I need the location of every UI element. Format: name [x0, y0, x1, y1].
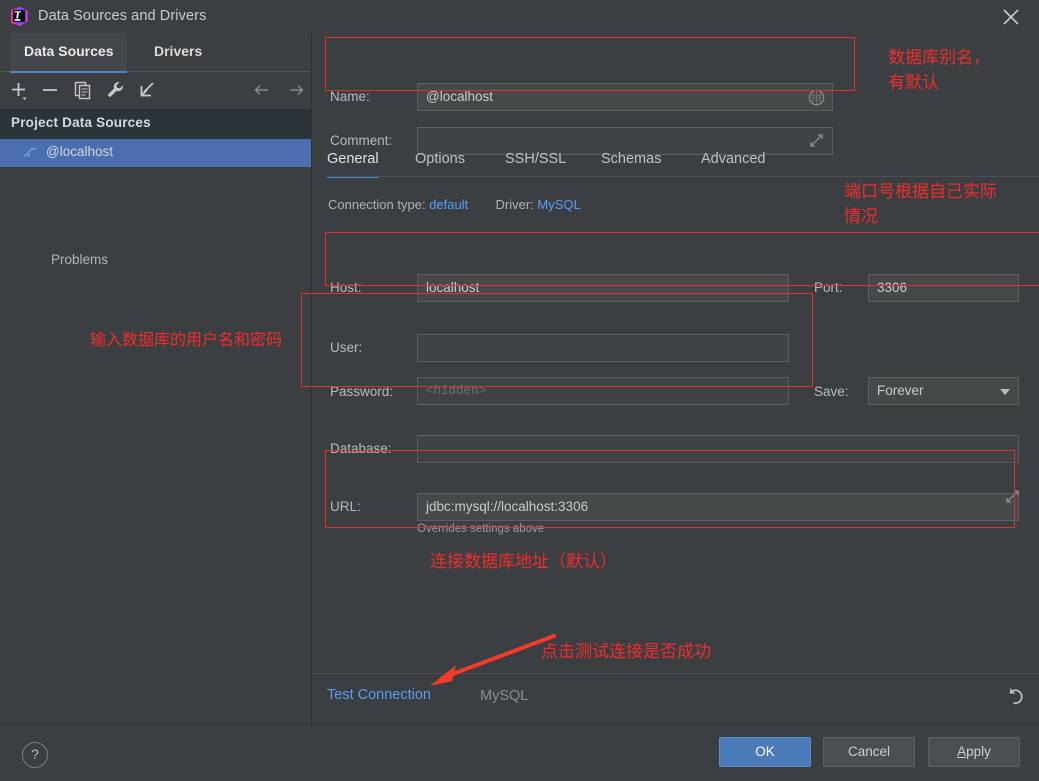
window-title: Data Sources and Drivers [38, 8, 207, 24]
ok-button-label: OK [755, 744, 775, 759]
data-sources-toolbar [0, 71, 311, 109]
close-icon[interactable] [999, 6, 1023, 28]
tab-advanced[interactable]: Advanced [701, 144, 766, 176]
tab-drivers-label: Drivers [154, 43, 203, 59]
name-input[interactable]: @localhost [417, 83, 833, 111]
tab-options-label: Options [415, 151, 465, 167]
save-select[interactable]: Forever [868, 377, 1019, 405]
editor-tab-underline [327, 176, 1039, 177]
project-data-sources-label: Project Data Sources [11, 115, 151, 130]
port-input-value: 3306 [877, 280, 908, 295]
test-connection-link[interactable]: Test Connection [327, 687, 431, 703]
connection-type-row: Connection type: default Driver: MySQL [328, 197, 581, 212]
host-input[interactable]: localhost [417, 274, 789, 302]
tab-data-sources-label: Data Sources [24, 43, 114, 59]
host-input-value: localhost [426, 280, 480, 295]
url-hint: Overrides settings above [417, 523, 545, 535]
list-item-label: @localhost [46, 144, 113, 159]
plus-icon[interactable] [8, 79, 30, 101]
wrench-icon[interactable] [104, 79, 126, 101]
password-placeholder: <hidden> [426, 384, 487, 398]
ok-button[interactable]: OK [719, 737, 811, 767]
password-label: Password: [330, 384, 394, 399]
save-label: Save: [814, 384, 849, 399]
arrow-left-icon[interactable] [252, 80, 272, 100]
import-arrow-icon[interactable] [136, 79, 158, 101]
tab-advanced-label: Advanced [701, 151, 766, 167]
tab-general-label: General [327, 151, 379, 167]
url-label: URL: [330, 499, 361, 514]
minus-icon[interactable] [39, 79, 61, 101]
tab-schemas-label: Schemas [601, 151, 662, 167]
database-label: Database: [330, 441, 392, 456]
apply-button[interactable]: Apply [928, 737, 1020, 767]
expand-icon[interactable] [1004, 488, 1021, 510]
tab-general[interactable]: General [327, 144, 379, 178]
arrow-right-icon[interactable] [286, 80, 306, 100]
copy-icon[interactable] [72, 79, 94, 101]
driver-name-label: MySQL [480, 688, 529, 704]
left-tab-bar: Data Sources Drivers [0, 33, 311, 73]
port-label: Port: [814, 280, 843, 295]
project-data-sources-header: Project Data Sources [0, 109, 311, 139]
list-item[interactable]: @localhost [0, 139, 311, 167]
tab-schemas[interactable]: Schemas [601, 144, 661, 176]
name-input-value: @localhost [426, 89, 493, 104]
connection-type-label: Connection type: [328, 197, 426, 212]
intellij-idea-logo [10, 7, 29, 26]
name-label: Name: [330, 89, 370, 104]
problems-label: Problems [51, 252, 109, 267]
user-label: User: [330, 340, 363, 355]
data-sources-panel: Data Sources Drivers Project Data Source… [0, 33, 311, 724]
driver-label: Driver: [495, 197, 534, 212]
connection-type-value[interactable]: default [429, 197, 468, 212]
editor-tab-bar: General Options SSH/SSL Schemas Advanced [327, 144, 1039, 178]
url-input[interactable]: jdbc:mysql://localhost:3306 [417, 493, 1019, 521]
dialog-footer: ? OK Cancel Apply [0, 724, 1039, 781]
url-input-value: jdbc:mysql://localhost:3306 [426, 499, 589, 514]
database-input[interactable] [417, 435, 1019, 463]
apply-button-mnemonic: A [957, 744, 967, 759]
port-input[interactable]: 3306 [868, 274, 1019, 302]
apply-button-label: pply [966, 744, 991, 759]
host-label: Host: [330, 280, 362, 295]
editor-footer-separator [312, 673, 1039, 674]
tab-ssh-ssl[interactable]: SSH/SSL [505, 144, 566, 176]
cancel-button-label: Cancel [847, 744, 891, 759]
tab-data-sources[interactable]: Data Sources [10, 33, 128, 73]
chevron-down-icon [1000, 389, 1010, 395]
tab-ssh-ssl-label: SSH/SSL [505, 151, 567, 167]
title-bar: Data Sources and Drivers [0, 0, 1039, 33]
refresh-circle-icon[interactable] [808, 89, 825, 111]
tab-options[interactable]: Options [415, 144, 465, 176]
mysql-datasource-icon [22, 145, 38, 161]
tab-drivers[interactable]: Drivers [140, 33, 216, 71]
password-input[interactable]: <hidden> [417, 377, 789, 405]
save-select-value: Forever [877, 383, 924, 398]
help-button[interactable]: ? [22, 742, 48, 768]
data-source-editor: Name: @localhost Comment: General Option… [312, 33, 1039, 724]
reset-undo-icon[interactable] [1005, 685, 1027, 707]
user-input[interactable] [417, 334, 789, 362]
driver-value[interactable]: MySQL [537, 197, 580, 212]
cancel-button[interactable]: Cancel [823, 737, 915, 767]
